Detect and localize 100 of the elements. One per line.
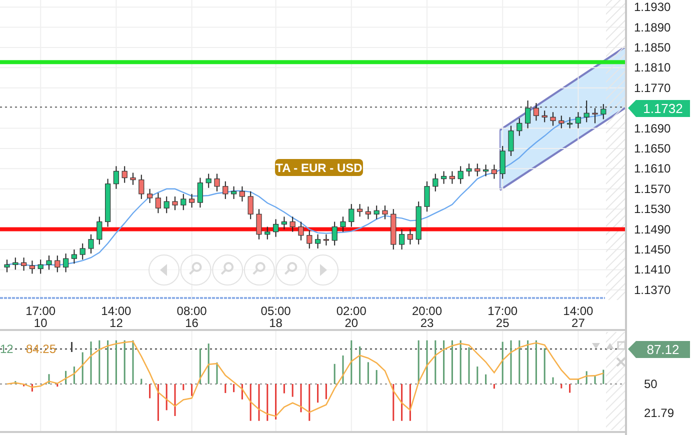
candlestick (273, 218, 279, 238)
axis-label: 21.79 (644, 406, 674, 420)
time-label: 05:00 (260, 304, 291, 318)
price-tick-label: 1.1810 (634, 60, 671, 75)
price-tick-label: 1.1370 (634, 282, 671, 297)
candlestick (29, 260, 35, 274)
candlestick (357, 204, 363, 218)
candlestick (298, 221, 304, 241)
candlestick (374, 205, 380, 220)
candlestick (407, 228, 413, 245)
candlestick (197, 177, 203, 208)
date-label: 25 (496, 316, 510, 328)
time-label: 02:00 (336, 304, 366, 318)
candlestick (382, 205, 388, 220)
candlestick (600, 104, 606, 120)
zoom-reset-button[interactable] (244, 254, 275, 286)
date-label: 12 (110, 316, 123, 328)
price-tick-label: 1.1850 (634, 40, 671, 54)
candlestick (474, 163, 480, 177)
candlestick (248, 190, 254, 220)
candlestick (189, 193, 195, 208)
date-label: 20 (344, 316, 358, 328)
candlestick (88, 234, 94, 254)
candlestick (441, 170, 447, 184)
candlestick (138, 174, 144, 200)
candlestick (222, 180, 228, 200)
candlestick (231, 186, 237, 200)
price-tick-label: 1.1570 (634, 182, 671, 196)
candlestick (46, 255, 52, 270)
price-tick-label: 1.1610 (634, 162, 671, 176)
candlestick (164, 196, 170, 214)
candlestick (214, 173, 220, 192)
date-label: 23 (420, 316, 434, 328)
candlestick (147, 188, 153, 204)
candlestick (105, 178, 111, 228)
zoom-in-button[interactable] (180, 254, 212, 286)
candlestick (399, 228, 405, 250)
price-tick-label: 1.1450 (634, 242, 671, 256)
candlestick (390, 208, 396, 250)
time-label: 20:00 (412, 304, 442, 318)
indicator-value-label: 84.25 (26, 342, 56, 356)
time-label: 17:00 (26, 304, 56, 318)
candlestick (306, 230, 312, 249)
current-value-tag: 87.12 (628, 341, 690, 358)
time-label: 08:00 (176, 304, 207, 318)
close-icon[interactable] (616, 357, 626, 367)
candlestick (96, 216, 102, 245)
zoom-out-button[interactable] (212, 254, 244, 286)
candlestick (206, 173, 212, 188)
candlestick (323, 234, 329, 246)
candlestick (12, 257, 18, 270)
candlestick (449, 170, 455, 184)
candlestick (424, 180, 430, 212)
price-tick-label: 1.1410 (634, 262, 671, 277)
candlestick (508, 125, 514, 157)
candlestick (458, 166, 464, 184)
candlestick (21, 257, 27, 272)
maximize-icon[interactable] (617, 341, 626, 350)
price-tick-label: 1.1690 (634, 121, 671, 136)
candlestick (63, 253, 69, 273)
candlestick (567, 116, 573, 129)
candlestick (130, 172, 136, 186)
candlestick (550, 112, 556, 126)
zoom-fit-button[interactable] (276, 254, 307, 286)
move-down-icon[interactable] (592, 343, 600, 349)
candlestick (466, 163, 472, 177)
candlestick (71, 249, 77, 264)
price-tick-label: 1.1490 (634, 222, 671, 236)
symbol-badge: TA - EUR - USD (275, 159, 363, 176)
price-tick-label: 1.1530 (634, 202, 671, 216)
candlestick (256, 208, 262, 240)
time-label: 14:00 (563, 304, 594, 318)
candlestick (281, 216, 287, 230)
candlestick (332, 221, 338, 246)
move-up-icon[interactable] (606, 343, 614, 349)
candlestick (500, 145, 506, 180)
candlestick (575, 112, 581, 129)
candlestick (533, 102, 539, 122)
cursor-marker-icon (71, 342, 72, 352)
date-label: 18 (269, 316, 282, 328)
candlestick (340, 216, 346, 232)
candlestick (516, 118, 522, 136)
candlestick (113, 166, 119, 190)
price-tick-label: 1.1890 (634, 20, 671, 34)
candlestick (290, 216, 296, 232)
candlestick (416, 201, 422, 245)
price-tick-label: 1.1930 (634, 0, 671, 14)
price-tick-label: 1.1650 (634, 141, 671, 156)
candlestick (172, 196, 178, 211)
candlestick (432, 173, 438, 192)
current-price-tag: 1.1732 (628, 100, 690, 117)
candlestick (239, 186, 245, 202)
period-label: 12 (0, 342, 14, 356)
candlestick (365, 206, 371, 220)
candlestick (483, 164, 489, 177)
date-label: 27 (572, 316, 585, 328)
scroll-left-button[interactable] (148, 254, 180, 286)
candlestick (592, 108, 598, 124)
axis-label: 50 (644, 377, 658, 391)
scroll-right-button[interactable] (308, 254, 338, 286)
